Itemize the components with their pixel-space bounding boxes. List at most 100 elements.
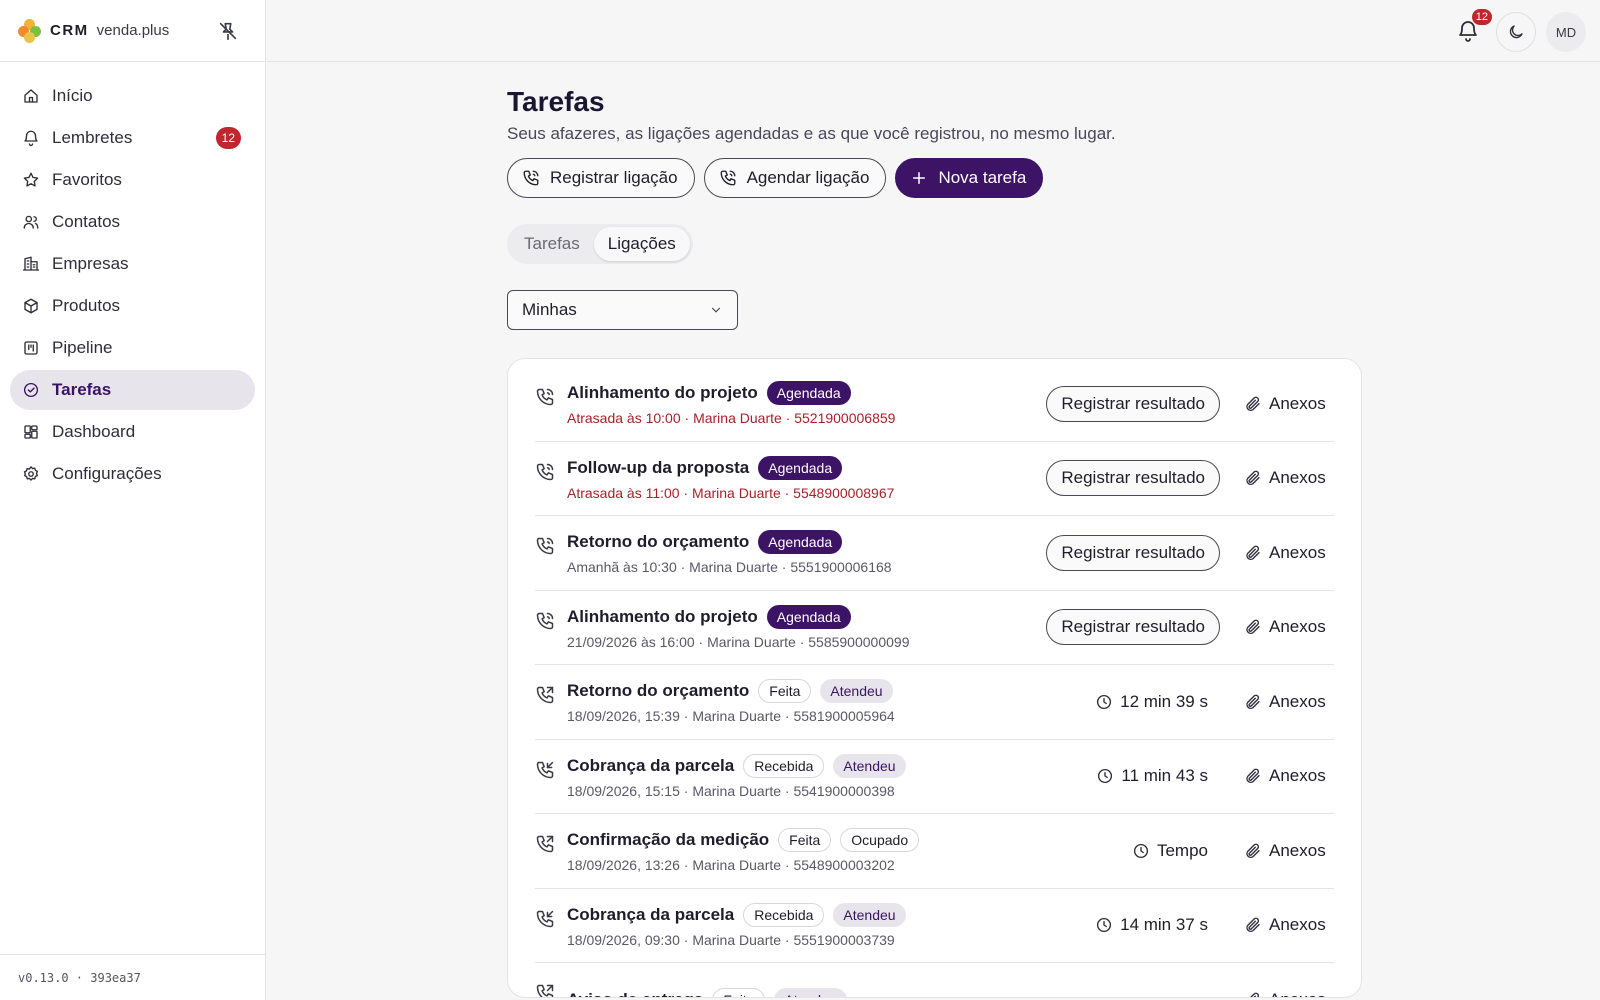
attachments-button[interactable]: Anexos [1244, 692, 1334, 712]
plus-icon [913, 172, 926, 184]
bell-icon [24, 130, 38, 147]
page-title: Tarefas [507, 86, 605, 117]
call-duration-value: 12 min 39 s [1120, 691, 1208, 711]
sidebar-item-tarefas[interactable]: Tarefas [10, 370, 255, 410]
call-status-badge: Agendada [758, 530, 843, 555]
call-duration: Tempo [1132, 841, 1208, 861]
call-duration: 12 min 39 s [1095, 692, 1208, 712]
attachments-button[interactable]: Anexos [1244, 766, 1334, 786]
call-row-header: Cobrança da parcela Recebida Atendeu [567, 902, 1095, 927]
call-row[interactable]: Cobrança da parcela Recebida Atendeu 18/09/… [535, 740, 1334, 814]
call-row[interactable]: Retorno do orçamento Agendada Amanhã às 10… [535, 516, 1334, 591]
brand-name: CRM [50, 22, 89, 39]
call-duration-value: 14 min 37 s [1120, 915, 1208, 935]
page-subtitle: Seus afazeres, as ligações agendadas e a… [507, 124, 1116, 143]
call-status-badge: Atendeu [833, 753, 906, 778]
sidebar-item-label: Empresas [52, 254, 129, 273]
call-row-header: Cobrança da parcela Recebida Atendeu [567, 753, 1096, 778]
call-row-actions: 12 min 39 s Anexos [1095, 692, 1334, 712]
attachments-label: Anexos [1269, 617, 1326, 637]
sidebar-item-dashboard[interactable]: Dashboard [10, 412, 255, 452]
call-row-header: Alinhamento do projeto Agendada [567, 604, 1046, 629]
call-row-body: Follow-up da proposta Agendada Atrasada às… [567, 455, 1046, 501]
call-row-actions: Registrar resultado Anexos [1046, 609, 1334, 646]
call-row-body: Cobrança da parcela Recebida Atendeu 18/09/… [567, 902, 1095, 948]
reminders-badge: 12 [215, 127, 241, 149]
call-status-badge: Atendeu [774, 987, 847, 997]
sidebar-item-lembretes[interactable]: Lembretes 12 [10, 118, 255, 158]
sidebar-item-contatos[interactable]: Contatos [10, 202, 255, 242]
paperclip-icon [1246, 470, 1260, 486]
dashboard-icon [24, 425, 38, 439]
call-status-badge: Atendeu [820, 679, 893, 704]
topbar: 12 MD [267, 0, 1600, 62]
attachments-button[interactable]: Anexos [1244, 394, 1334, 414]
call-row-header: Alinhamento do projeto Agendada [567, 381, 1046, 406]
sidebar-item-label: Lembretes [52, 128, 133, 147]
call-meta: 21/09/2026 às 16:00 · Marina Duarte · 55… [567, 633, 910, 650]
action-bar: Registrar ligação Agendar ligação Nova t… [507, 158, 1362, 198]
kanban-icon [24, 341, 38, 355]
chevron-down-icon [711, 307, 721, 313]
call-status-badge: Recebida [743, 753, 825, 778]
paperclip-icon [1246, 545, 1260, 560]
attachments-button[interactable]: Anexos [1244, 915, 1334, 935]
sidebar-item-produtos[interactable]: Produtos [10, 286, 255, 326]
register-call-button[interactable]: Registrar ligação [507, 158, 695, 198]
call-row-body: Cobrança da parcela Recebida Atendeu 18/09/… [567, 753, 1096, 799]
clock-icon [1097, 918, 1112, 933]
schedule-call-button[interactable]: Agendar ligação [703, 158, 887, 198]
call-status-badge: Atendeu [833, 902, 906, 927]
attachments-label: Anexos [1269, 840, 1326, 860]
sidebar-item-inicio[interactable]: Início [10, 76, 255, 116]
attachments-label: Anexos [1269, 542, 1326, 562]
tab-ligacoes[interactable]: Ligações [593, 227, 690, 261]
paperclip-icon [1246, 619, 1260, 635]
sidebar: CRM venda.plus Início Lembretes 12 Favorito… [0, 0, 266, 1000]
phone-incoming-icon [536, 761, 554, 778]
call-row-header: Follow-up da proposta Agendada [567, 455, 1046, 480]
brand-sub: venda.plus [96, 22, 170, 39]
paperclip-icon [1246, 396, 1260, 411]
sidebar-item-configuracoes[interactable]: Configurações [10, 454, 255, 494]
call-status-badge: Ocupado [840, 828, 920, 853]
call-title: Follow-up da proposta [567, 457, 750, 477]
avatar[interactable]: MD [1546, 12, 1586, 52]
call-row[interactable]: Alinhamento do projeto Agendada Atrasada à… [535, 367, 1334, 442]
unpin-icon[interactable] [217, 20, 239, 42]
call-row[interactable]: Follow-up da proposta Agendada Atrasada às… [535, 442, 1334, 516]
sidebar-item-label: Início [52, 86, 93, 105]
register-result-button[interactable]: Registrar resultado [1046, 385, 1220, 422]
call-row-body: Aviso de entrega Feita Atendeu [567, 987, 1244, 997]
call-duration-value: 11 min 43 s [1121, 766, 1208, 786]
new-task-button[interactable]: Nova tarefa [895, 158, 1044, 198]
attachments-button[interactable]: Anexos [1244, 841, 1334, 861]
phone-icon [523, 170, 539, 186]
call-row[interactable]: Confirmação da medição Feita Ocupado 18/09/… [535, 814, 1334, 889]
owner-filter-select[interactable]: Minhas [507, 290, 738, 330]
tab-tarefas[interactable]: Tarefas [510, 227, 594, 261]
call-status-badge: Feita [712, 987, 766, 997]
paperclip-icon [1246, 843, 1260, 858]
call-row[interactable]: Retorno do orçamento Feita Atendeu 18/09/20… [535, 665, 1334, 740]
building-icon [22, 256, 40, 271]
register-result-button[interactable]: Registrar resultado [1046, 534, 1220, 571]
call-row[interactable]: Alinhamento do projeto Agendada 21/09/2026… [535, 591, 1334, 665]
new-task-label: Nova tarefa [938, 168, 1027, 187]
call-row[interactable]: Aviso de entrega Feita Atendeu Anexos [535, 963, 1334, 997]
sidebar-item-pipeline[interactable]: Pipeline [10, 328, 255, 368]
call-row[interactable]: Cobrança da parcela Recebida Atendeu 18/09/… [535, 889, 1334, 963]
attachments-button[interactable]: Anexos [1244, 543, 1334, 563]
sidebar-item-favoritos[interactable]: Favoritos [10, 160, 255, 200]
theme-toggle-button[interactable] [1496, 12, 1536, 52]
attachments-button[interactable]: Anexos [1244, 617, 1334, 637]
version-label: v0.13.0 · 393ea37 [0, 954, 265, 1000]
attachments-label: Anexos [1269, 691, 1326, 711]
attachments-button[interactable]: Anexos [1244, 468, 1334, 488]
register-result-button[interactable]: Registrar resultado [1046, 609, 1220, 646]
attachments-button[interactable]: Anexos [1244, 990, 1334, 997]
sidebar-item-empresas[interactable]: Empresas [10, 244, 255, 284]
sidebar-item-label: Tarefas [52, 380, 112, 399]
phone-scheduled-icon [536, 612, 554, 629]
register-result-button[interactable]: Registrar resultado [1046, 460, 1220, 497]
